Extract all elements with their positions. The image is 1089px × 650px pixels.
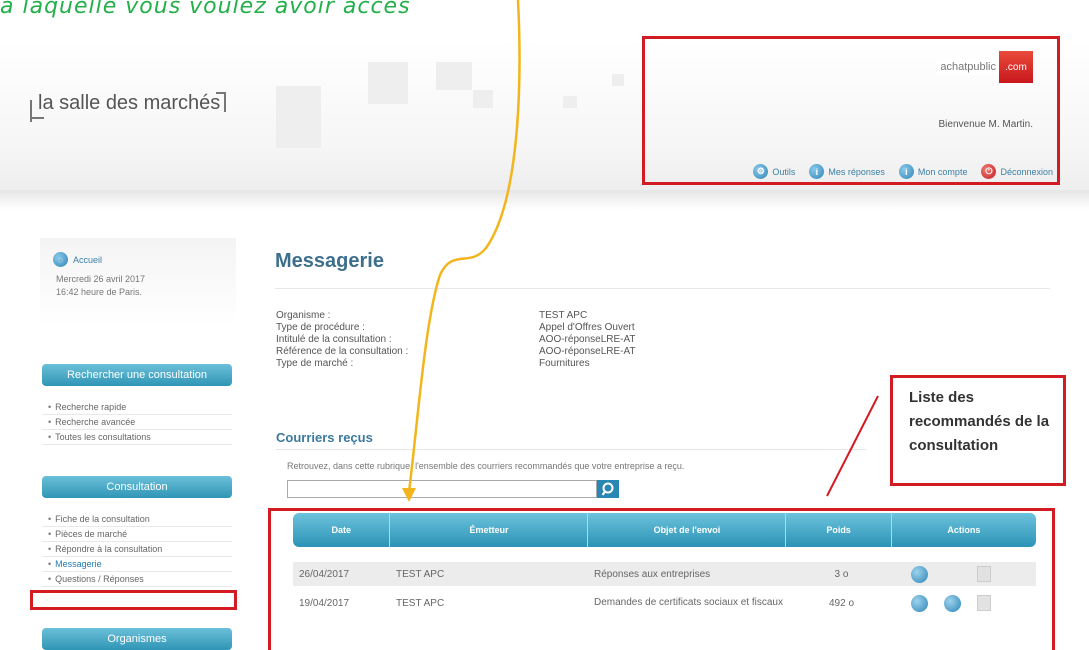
callout-pointer [826, 395, 879, 497]
annotation-overlay [402, 0, 879, 502]
arrow-head [402, 488, 416, 502]
annotation-arrow [407, 0, 521, 493]
